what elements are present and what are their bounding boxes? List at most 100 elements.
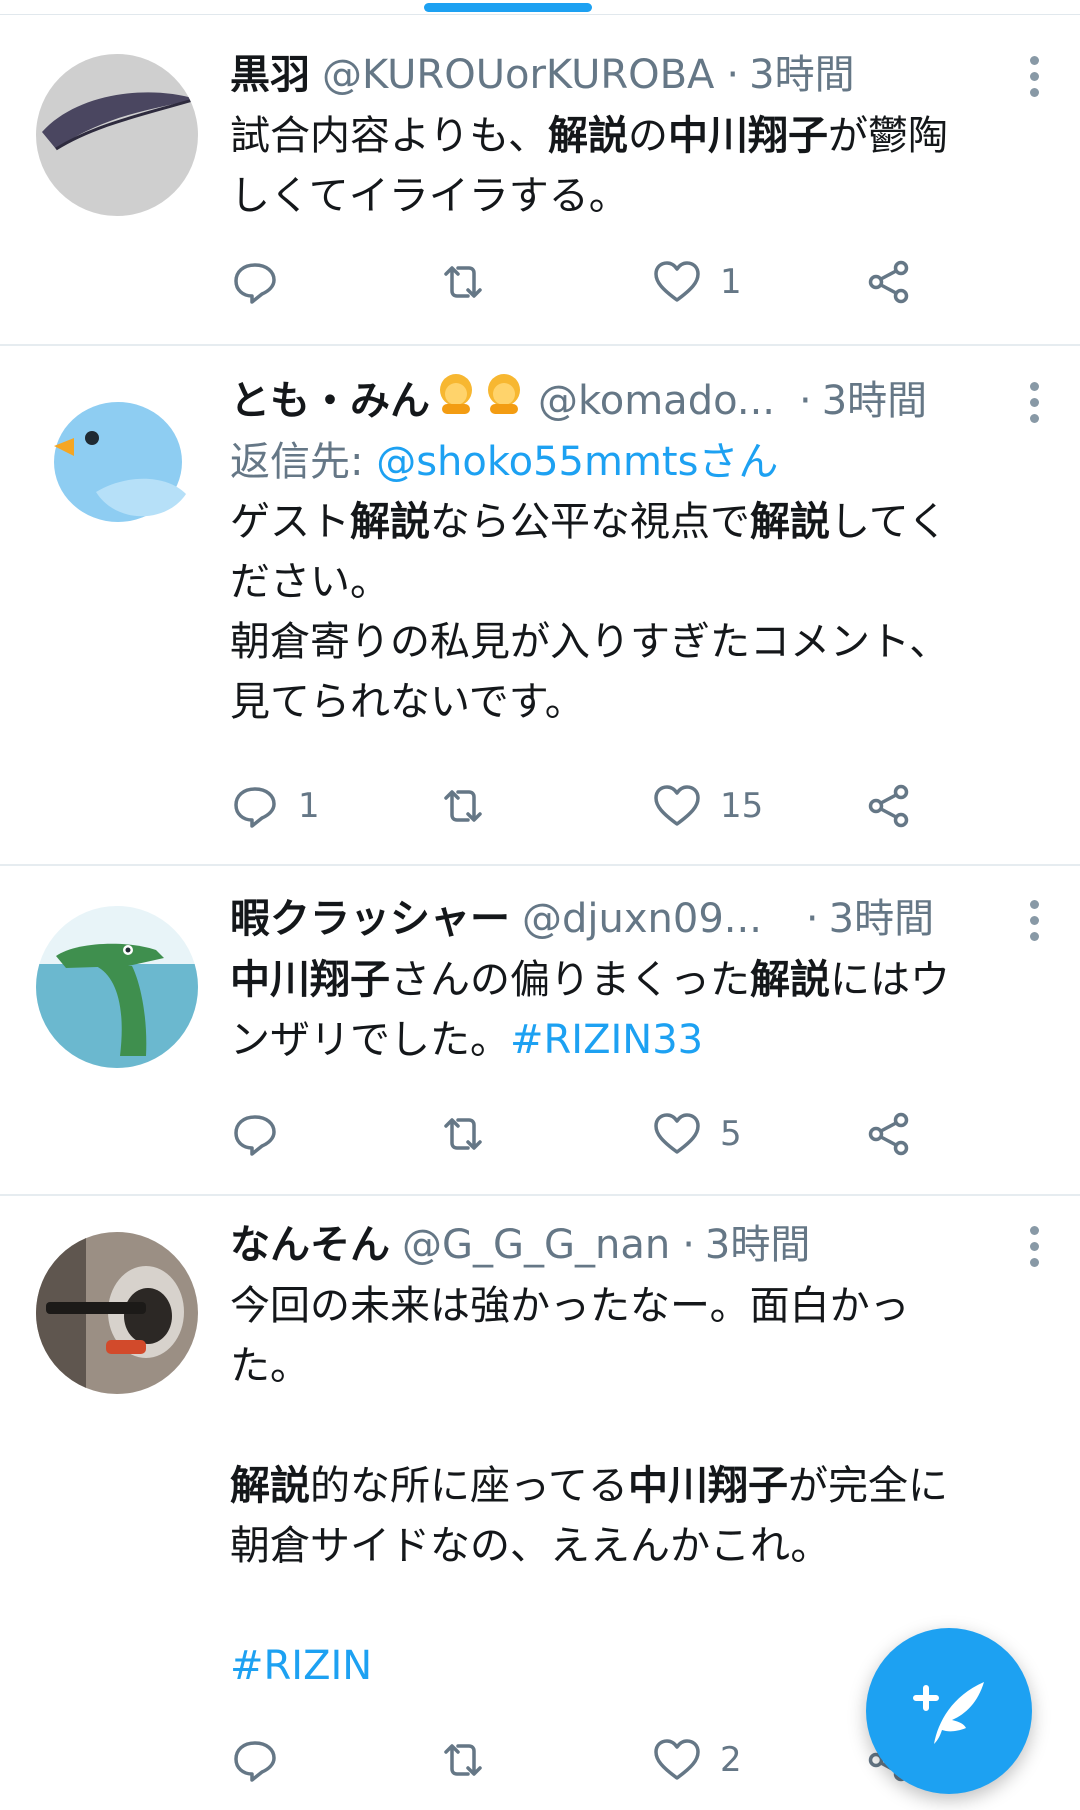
reply-mention-link[interactable]: @shoko55mmtsさん (376, 439, 778, 485)
highlighted-keyword: 解説 (548, 113, 628, 159)
tweet-text-line (230, 1396, 1046, 1456)
compose-icon (913, 1682, 984, 1744)
more-icon[interactable] (1022, 1222, 1046, 1270)
like-icon (654, 1739, 700, 1780)
action-bar: 5 (230, 1104, 930, 1164)
reply-icon (234, 263, 276, 304)
like-count: 15 (720, 786, 764, 826)
like-button[interactable]: 1 (652, 252, 742, 312)
text-run: さんの偏りまくった (390, 957, 750, 1003)
separator-dot: · (682, 1222, 695, 1268)
retweet-button[interactable] (438, 776, 488, 836)
display-name[interactable]: 黒羽 (230, 44, 310, 106)
top-tab-strip (0, 0, 1080, 16)
text-run: にはウ (830, 957, 950, 1003)
like-button[interactable]: 2 (652, 1730, 742, 1790)
highlighted-keyword: 解説 (350, 499, 430, 545)
tweet-text-line: 朝倉サイドなの、ええんかこれ。 (230, 1516, 1046, 1576)
reply-button[interactable] (230, 1730, 298, 1790)
retweet-button[interactable] (438, 1730, 488, 1790)
reply-button[interactable] (230, 1104, 298, 1164)
tweet-text-line: ンザリでした。#RIZIN33 (230, 1010, 1046, 1070)
highlighted-keyword: 中川翔子 (628, 1463, 788, 1509)
retweet-button[interactable] (438, 1104, 488, 1164)
reply-icon (234, 787, 276, 828)
text-run: が鬱陶 (828, 113, 948, 159)
reply-count: 1 (298, 786, 320, 826)
display-name[interactable]: 暇クラッシャー (230, 888, 510, 950)
like-button[interactable]: 15 (652, 776, 763, 836)
more-icon[interactable] (1022, 896, 1046, 944)
highlighted-keyword: 解説 (230, 1463, 310, 1509)
timestamp[interactable]: 3時間 (829, 888, 934, 950)
reply-icon (234, 1115, 276, 1156)
avatar[interactable] (36, 374, 198, 536)
action-bar: 2 (230, 1730, 930, 1790)
text-run: 朝倉サイドなの、ええんかこれ。 (230, 1523, 831, 1569)
tweet[interactable]: 暇クラッシャー @djuxn09... · 3時間 中川翔子さんの偏りまくった解… (0, 864, 1080, 1196)
share-icon (868, 1112, 909, 1156)
tweet-text-line: 見てられないです。 (230, 672, 1046, 732)
highlighted-keyword: 中川翔子 (668, 113, 828, 159)
retweet-icon (444, 1744, 482, 1776)
reply-button[interactable]: 1 (230, 776, 320, 836)
text-run: しくてイライラする。 (230, 173, 629, 219)
user-handle[interactable]: @KUROUorKUROBA (322, 44, 714, 106)
timestamp[interactable]: 3時間 (749, 44, 854, 106)
avatar[interactable] (36, 54, 198, 216)
action-bar: 1 15 (230, 776, 930, 836)
action-bar: 1 (230, 252, 930, 312)
text-run: 見てられないです。 (230, 679, 585, 725)
reply-icon (234, 1741, 276, 1782)
display-name[interactable]: とも・みん (230, 370, 430, 432)
text-run: の (628, 113, 668, 159)
text-run: ンザリでした。 (230, 1017, 510, 1063)
person-emoji-icon (440, 374, 472, 414)
timestamp[interactable]: 3時間 (705, 1214, 810, 1276)
share-button[interactable] (864, 1104, 914, 1164)
like-icon (654, 261, 700, 302)
like-button[interactable]: 5 (652, 1104, 742, 1164)
tweet-text-line: 朝倉寄りの私見が入りすぎたコメント、 (230, 612, 1046, 672)
compose-tweet-button[interactable] (866, 1628, 1032, 1794)
tweet-text-line (230, 1576, 1046, 1636)
share-button[interactable] (864, 252, 914, 312)
text-run: ださい。 (230, 559, 390, 605)
more-icon[interactable] (1022, 378, 1046, 426)
reply-button[interactable] (230, 252, 298, 312)
avatar[interactable] (36, 1232, 198, 1394)
hashtag-link[interactable]: #RIZIN33 (510, 1017, 703, 1063)
tweet-text: ゲスト解説なら公平な視点で解説してく ださい。 朝倉寄りの私見が入りすぎたコメント、… (230, 492, 1046, 732)
timestamp[interactable]: 3時間 (822, 370, 927, 432)
tweet-header: 暇クラッシャー @djuxn09... · 3時間 (230, 888, 1046, 950)
tweet[interactable]: 黒羽 @KUROUorKUROBA · 3時間 試合内容よりも、解説の中川翔子が… (0, 16, 1080, 346)
avatar[interactable] (36, 906, 198, 1068)
reply-prefix: 返信先: (230, 439, 377, 485)
text-run: なら公平な視点で (430, 499, 750, 545)
share-icon (868, 260, 909, 304)
tweet-text-line: 今回の未来は強かったなー。面白かっ (230, 1276, 1046, 1336)
share-button[interactable] (864, 776, 914, 836)
hashtag-link[interactable]: #RIZIN (230, 1643, 372, 1689)
more-icon[interactable] (1022, 52, 1046, 100)
tweet-text-line: しくてイライラする。 (230, 166, 1046, 226)
display-name[interactable]: なんそん (230, 1214, 390, 1276)
retweet-icon (444, 1118, 482, 1150)
like-icon (654, 785, 700, 826)
retweet-icon (444, 266, 482, 298)
retweet-button[interactable] (438, 252, 488, 312)
retweet-icon (444, 790, 482, 822)
user-handle[interactable]: @komado... (538, 370, 775, 432)
separator-dot: · (805, 896, 819, 942)
person-emoji-icon (488, 374, 520, 414)
active-tab-indicator (424, 3, 592, 12)
like-count: 5 (720, 1114, 742, 1154)
user-handle[interactable]: @djuxn09... (522, 888, 762, 950)
text-run: 試合内容よりも、 (230, 113, 548, 159)
tweet-text-line: 中川翔子さんの偏りまくった解説にはウ (230, 950, 1046, 1010)
tweet[interactable]: とも・みん @komado... · 3時間 返信先: @shoko55mmts… (0, 344, 1080, 866)
user-handle[interactable]: @G_G_G_nan (402, 1214, 670, 1276)
separator-dot: · (726, 52, 740, 98)
tweet-text-line: ださい。 (230, 552, 1046, 612)
share-icon (868, 784, 909, 828)
